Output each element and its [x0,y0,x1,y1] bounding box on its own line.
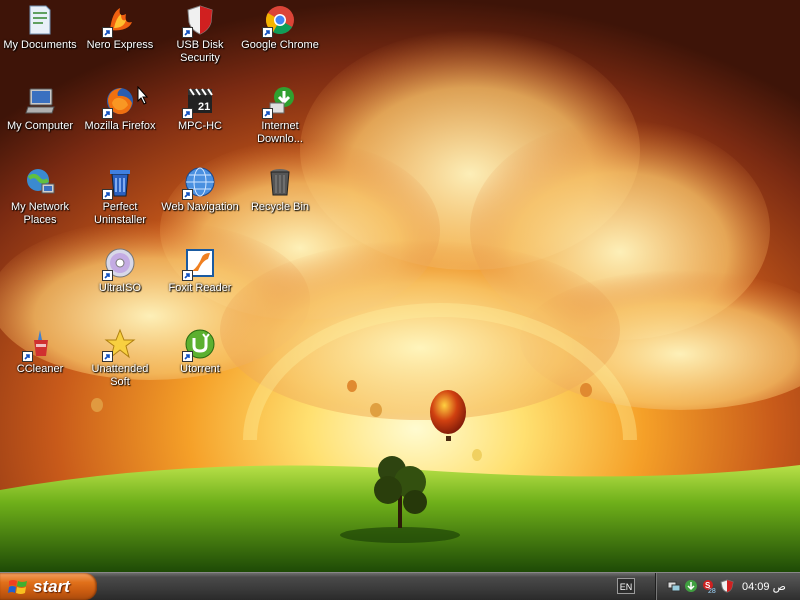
shortcut-arrow-icon [262,27,273,38]
desktop-icon-internet-download-manager[interactable]: Internet Downlo... [240,81,320,161]
desktop-icon-nero-express[interactable]: Nero Express [80,0,160,80]
desktop-icon-ccleaner[interactable]: CCleaner [0,324,80,404]
shortcut-arrow-icon [182,189,193,200]
my-computer-icon [25,88,55,114]
shortcut-arrow-icon [102,27,113,38]
desktop-icon-label: Mozilla Firefox [84,120,156,132]
shortcut-arrow-icon [182,27,193,38]
shortcut-arrow-icon [182,270,193,281]
desktop-icon-label: Internet Downlo... [257,120,303,145]
svg-text:21: 21 [198,101,210,113]
desktop: My Documents Nero Express USB Disk Secur… [0,0,800,572]
tray-usb-security-icon[interactable] [720,579,734,593]
desktop-icon-my-computer[interactable]: My Computer [0,81,80,161]
desktop-icon-unattended-soft[interactable]: Unattended Soft [80,324,160,404]
recycle-bin-icon [270,169,290,196]
my-documents-icon [29,5,51,35]
shortcut-arrow-icon [182,108,193,119]
tray-network-icon[interactable] [667,579,681,593]
desktop-icon-label: CCleaner [16,363,64,375]
desktop-icon-label: My Computer [6,120,74,132]
desktop-icon-my-network-places[interactable]: My Network Places [0,162,80,242]
desktop-icon-label: Web Navigation [161,201,239,213]
desktop-icon-usb-disk-security[interactable]: USB Disk Security [160,0,240,80]
desktop-icon-google-chrome[interactable]: Google Chrome [240,0,320,80]
desktop-icon-my-documents[interactable]: My Documents [0,0,80,80]
desktop-icon-label: Foxit Reader [168,282,232,294]
shortcut-arrow-icon [102,189,113,200]
shortcut-arrow-icon [102,270,113,281]
start-button-label: start [33,576,70,596]
start-button[interactable]: start [0,573,97,600]
language-indicator[interactable]: EN [617,578,635,594]
desktop-icon-utorrent[interactable]: Utorrent [160,324,240,404]
shortcut-arrow-icon [182,351,193,362]
tray-clock[interactable]: 04:09 ص [742,580,786,593]
desktop-icon-foxit-reader[interactable]: Foxit Reader [160,243,240,323]
desktop-icon-recycle-bin[interactable]: Recycle Bin [240,162,320,242]
shortcut-arrow-icon [102,108,113,119]
desktop-icon-label: My Documents [3,39,77,51]
shortcut-arrow-icon [102,351,113,362]
shortcut-arrow-icon [22,351,33,362]
desktop-icon-label: UltraISO [98,282,142,294]
desktop-icon-label: Google Chrome [241,39,319,51]
desktop-icon-perfect-uninstaller[interactable]: Perfect Uninstaller [80,162,160,242]
windows-logo-icon [8,579,27,594]
desktop-icon-label: Utorrent [180,363,220,375]
desktop-icon-label: MPC-HC [178,120,222,132]
desktop-icon-web-navigation[interactable]: Web Navigation [160,162,240,242]
desktop-icon-label: USB Disk Security [176,39,224,64]
desktop-icon-label: My Network Places [10,201,70,226]
desktop-icon-mpc-hc[interactable]: 21 MPC-HC [160,81,240,161]
tray-badge: 28 [708,588,716,595]
mouse-cursor-icon [137,86,149,105]
shortcut-arrow-icon [262,108,273,119]
taskbar: start EN S 28 04:09 ص [0,572,800,600]
desktop-icon-ultraiso[interactable]: UltraISO [80,243,160,323]
desktop-icon-label: Recycle Bin [250,201,310,213]
desktop-icon-label: Nero Express [86,39,154,51]
my-network-places-icon [27,169,55,194]
desktop-icon-label: Perfect Uninstaller [94,201,146,226]
desktop-icon-label: Unattended Soft [91,363,149,388]
tray-download-manager-icon[interactable] [684,579,698,593]
